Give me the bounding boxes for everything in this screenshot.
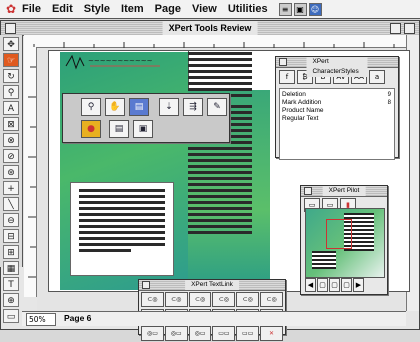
- extension-menu-icon[interactable]: ≡: [278, 2, 292, 16]
- link-order-icon[interactable]: ▭▭: [236, 326, 260, 341]
- prev-page-icon[interactable]: ▢: [317, 278, 328, 292]
- unlink-tool-icon[interactable]: ⊟: [3, 229, 19, 243]
- frame-icon[interactable]: ▣: [133, 120, 153, 138]
- link-order-icon[interactable]: ◎▭: [188, 326, 212, 341]
- link-delete-icon[interactable]: ✕: [260, 326, 283, 341]
- window-title: XPert Tools Review: [162, 21, 258, 35]
- svg-text:~~~~~~~~~~~: ~~~~~~~~~~~: [88, 57, 153, 65]
- palette-title: XPert TextLink: [185, 280, 239, 290]
- palette-close-icon[interactable]: [279, 58, 287, 66]
- menu-view[interactable]: View: [192, 3, 217, 15]
- palette-titlebar[interactable]: XPert TextLink: [139, 280, 285, 291]
- link-next-icon[interactable]: ⊂◎: [188, 292, 212, 307]
- page-icon[interactable]: ▢: [329, 278, 340, 292]
- rotate-tool-icon[interactable]: ↻: [3, 69, 19, 83]
- extra-tool-icon[interactable]: ▭: [3, 309, 19, 323]
- table-tool-icon[interactable]: ▦: [3, 261, 19, 275]
- link-tool-icon[interactable]: ⊖: [3, 213, 19, 227]
- style-item[interactable]: Deletion: [282, 91, 392, 99]
- distribute-icon[interactable]: ⇶: [183, 98, 203, 116]
- status-bar: 50% Page 6: [22, 311, 406, 326]
- oval-picture-tool-icon[interactable]: ⊘: [3, 149, 19, 163]
- item-tool-icon[interactable]: ✥: [3, 37, 19, 51]
- zoom-box-icon[interactable]: [390, 23, 401, 34]
- page-icon[interactable]: ▢: [341, 278, 352, 292]
- hand-icon[interactable]: ✋: [105, 98, 125, 116]
- link-first-icon[interactable]: ⊂◎: [141, 292, 164, 307]
- palette-title: XPert CharacterStyles: [306, 57, 368, 77]
- layout-icon[interactable]: ▤: [129, 98, 149, 116]
- balloon-help-icon[interactable]: ▣: [293, 2, 307, 16]
- grid-tool-icon[interactable]: ⊞: [3, 245, 19, 259]
- rounded-picture-tool-icon[interactable]: ⊗: [3, 133, 19, 147]
- menu-file[interactable]: File: [22, 3, 41, 15]
- link-order-icon[interactable]: ▭▭: [212, 326, 236, 341]
- chain-tool-icon[interactable]: ⊕: [3, 293, 19, 307]
- align-icon[interactable]: ⇣: [159, 98, 179, 116]
- pilot-palette: XPert Pilot ▭ ▭ ▮ ◀ ▢ ▢ ▢ ▶: [300, 185, 388, 295]
- zoom-field[interactable]: 50%: [26, 313, 56, 326]
- text-box-tool-icon[interactable]: A: [3, 101, 19, 115]
- xpert-tools-palette: ⚲ ✋ ▤ ⇣ ⇶ ✎ ● ▤ ▣: [62, 93, 230, 143]
- viewport-frame[interactable]: [326, 219, 352, 249]
- textlink-palette: XPert TextLink ⊂◎ ⊂◎ ⊂◎ ⊂◎ ⊂◎ ⊂◎ ▭◎ ▭◎ ▭…: [138, 279, 286, 341]
- link-break-icon[interactable]: ⊂◎: [260, 292, 283, 307]
- collapse-box-icon[interactable]: [404, 23, 415, 34]
- link-order-icon[interactable]: ◎▭: [164, 326, 188, 341]
- apple-menu-icon[interactable]: ✿: [0, 2, 22, 16]
- menu-utilities[interactable]: Utilities: [228, 3, 268, 15]
- menu-page[interactable]: Page: [155, 3, 181, 15]
- horizontal-ruler: [24, 35, 410, 50]
- page-preview[interactable]: [305, 208, 385, 278]
- first-page-icon[interactable]: ◀: [305, 278, 316, 292]
- zoom-tool-icon[interactable]: ⚲: [3, 85, 19, 99]
- shortcut-key: 8: [387, 100, 391, 106]
- link-order-icon[interactable]: ◎▭: [141, 326, 164, 341]
- palette-titlebar[interactable]: XPert Pilot: [301, 186, 387, 197]
- content-tool-icon[interactable]: ☞: [3, 53, 19, 67]
- palette-close-icon[interactable]: [304, 187, 312, 195]
- close-box-icon[interactable]: [5, 23, 16, 34]
- baseline-button[interactable]: a: [369, 70, 385, 84]
- polygon-picture-tool-icon[interactable]: ⊛: [3, 165, 19, 179]
- orthogonal-line-tool-icon[interactable]: ╲: [3, 197, 19, 211]
- style-item[interactable]: Regular Text: [282, 115, 392, 123]
- window-titlebar[interactable]: XPert Tools Review: [1, 21, 419, 36]
- menu-style[interactable]: Style: [84, 3, 110, 15]
- finder-app-icon[interactable]: ☺: [308, 2, 322, 16]
- link-last-icon[interactable]: ⊂◎: [212, 292, 236, 307]
- style-list: Deletion Mark Addition Product Name Regu…: [279, 88, 395, 160]
- link-prev-icon[interactable]: ⊂◎: [164, 292, 188, 307]
- text-box[interactable]: [70, 182, 174, 276]
- page-indicator[interactable]: Page 6: [64, 313, 91, 324]
- menu-item[interactable]: Item: [121, 3, 144, 15]
- menu-edit[interactable]: Edit: [52, 3, 73, 15]
- font-button[interactable]: f: [279, 70, 295, 84]
- tool-palette: ✥ ☞ ↻ ⚲ A ⊠ ⊗ ⊘ ⊛ + ╲ ⊖ ⊟ ⊞ ▦ T ⊕ ▭: [0, 35, 23, 323]
- magnify-icon[interactable]: ⚲: [81, 98, 101, 116]
- palette-close-icon[interactable]: [142, 281, 150, 289]
- style-item[interactable]: Product Name: [282, 107, 392, 115]
- rect-picture-tool-icon[interactable]: ⊠: [3, 117, 19, 131]
- type-tool-icon[interactable]: T: [3, 277, 19, 291]
- link-chain-icon[interactable]: ⊂◎: [236, 292, 260, 307]
- next-page-icon[interactable]: ▶: [353, 278, 364, 292]
- palette-title: XPert Pilot: [322, 186, 366, 196]
- color-icon[interactable]: ●: [81, 120, 101, 138]
- text-column[interactable]: [188, 52, 252, 237]
- menu-bar: ✿ File Edit Style Item Page View Utiliti…: [0, 0, 420, 19]
- document-icon[interactable]: ▤: [109, 120, 129, 138]
- shortcut-key: 9: [387, 92, 391, 98]
- line-tool-icon[interactable]: +: [3, 181, 19, 195]
- style-item[interactable]: Mark Addition: [282, 99, 392, 107]
- palette-titlebar[interactable]: XPert CharacterStyles: [276, 57, 398, 77]
- vertical-ruler: [24, 47, 37, 297]
- pen-icon[interactable]: ✎: [207, 98, 227, 116]
- character-styles-palette: XPert CharacterStyles f ₿ B AV AA a Dele…: [275, 56, 399, 160]
